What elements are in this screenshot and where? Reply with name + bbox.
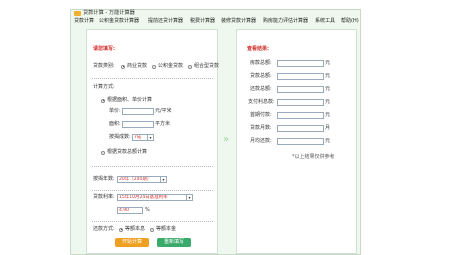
method-total-radio[interactable] bbox=[101, 150, 105, 155]
repay-equal-installment-radio[interactable] bbox=[119, 227, 123, 232]
window-title: 贷款计算 - 万能计算器 bbox=[83, 10, 135, 16]
chevron-down-icon: ▾ bbox=[147, 135, 153, 140]
method-total-label: 根据贷款总额计算 bbox=[107, 149, 148, 155]
area-label: 面积: bbox=[109, 121, 121, 127]
repay-equal-principal-label: 等额本金 bbox=[156, 226, 177, 232]
ratio-select[interactable]: 7成 ▾ bbox=[132, 134, 154, 141]
result-field-interest bbox=[277, 99, 324, 106]
divider bbox=[92, 78, 213, 79]
price-input[interactable] bbox=[122, 108, 154, 115]
menu-prepay[interactable]: 提前还贷计算器 bbox=[148, 18, 183, 25]
menu-tools[interactable]: 系统工具 bbox=[315, 18, 335, 25]
loan-type-combo-label: 组合型贷款 bbox=[194, 63, 220, 69]
result-label: 贷款总额: bbox=[250, 73, 272, 79]
method-area-radio[interactable] bbox=[101, 98, 105, 103]
area-input[interactable] bbox=[122, 121, 154, 128]
chevron-down-icon: ▾ bbox=[186, 195, 192, 200]
result-unit: 元 bbox=[325, 99, 331, 105]
method-area-label: 根据面积、单价计算 bbox=[107, 97, 153, 103]
rate-select[interactable]: 15年10月24日基准利率 ▾ bbox=[117, 194, 193, 201]
menu-decoration[interactable]: 装修贷款计算器 bbox=[221, 18, 256, 25]
result-unit: 元 bbox=[325, 73, 331, 79]
loan-type-fund-label: 公积金贷款 bbox=[158, 63, 184, 69]
loan-type-label: 贷款类别: bbox=[93, 63, 115, 69]
app-icon bbox=[74, 11, 81, 16]
menu-loan-calc[interactable]: 贷款计算 bbox=[74, 18, 94, 25]
result-panel: 查看结果: 房款总额: 元 贷款总额: 元 还款总额: 元 支付利息款: 元 首… bbox=[236, 29, 357, 254]
result-label: 还款总额: bbox=[250, 86, 272, 92]
result-field-repay-total bbox=[277, 86, 324, 93]
menu-fund-loan[interactable]: 公积金贷款计算器 bbox=[99, 18, 139, 25]
form-title: 请您填写: bbox=[93, 46, 115, 52]
reset-button[interactable]: 重新填写 bbox=[157, 238, 191, 247]
result-unit: 元 bbox=[325, 60, 331, 66]
rate-input[interactable]: 4.90 bbox=[117, 207, 143, 214]
result-unit: 元 bbox=[325, 138, 331, 144]
rate-label: 贷款利率: bbox=[93, 194, 115, 200]
years-label: 按揭年数: bbox=[93, 176, 115, 182]
ratio-label: 按揭成数: bbox=[109, 134, 131, 140]
menu-bar: 贷款计算 公积金贷款计算器 提前还贷计算器 税费计算器 装修贷款计算器 购房能力… bbox=[71, 18, 360, 25]
ratio-value: 7成 bbox=[134, 135, 142, 140]
price-unit: 元/平米 bbox=[155, 108, 172, 114]
years-value: 20年（240期） bbox=[119, 177, 152, 182]
menu-help[interactable]: 帮助(H) bbox=[341, 18, 359, 25]
input-panel: 请您填写: 贷款类别: 商业贷款 公积金贷款 组合型贷款 计算方式: 根据面积、… bbox=[86, 29, 220, 254]
result-field-down-payment bbox=[277, 112, 324, 119]
result-field-months bbox=[277, 125, 324, 132]
result-title: 查看结果: bbox=[247, 46, 269, 52]
result-note: *以上结果仅供参考 bbox=[292, 154, 335, 160]
loan-type-commercial-label: 商业贷款 bbox=[127, 63, 148, 69]
menu-tax[interactable]: 税费计算器 bbox=[190, 18, 215, 25]
chevron-down-icon: ▾ bbox=[160, 177, 166, 182]
result-label: 月均还款: bbox=[250, 138, 272, 144]
result-field-total-price bbox=[277, 60, 324, 67]
divider bbox=[92, 221, 213, 222]
result-unit: 月 bbox=[325, 125, 331, 131]
menu-afford[interactable]: 购房能力评估计算器 bbox=[263, 18, 308, 25]
method-label: 计算方式: bbox=[93, 84, 115, 90]
area-unit: 平方米 bbox=[155, 121, 171, 127]
loan-type-combo-radio[interactable] bbox=[188, 64, 192, 69]
arrow-right-icon: » bbox=[223, 134, 230, 145]
result-label: 支付利息款: bbox=[248, 99, 275, 105]
years-select[interactable]: 20年（240期） ▾ bbox=[117, 176, 167, 183]
result-label: 首期付款: bbox=[250, 112, 272, 118]
result-field-monthly bbox=[277, 138, 324, 145]
price-label: 单价: bbox=[109, 108, 121, 114]
rate-unit: % bbox=[145, 207, 150, 213]
title-bar: 贷款计算 - 万能计算器 bbox=[71, 10, 360, 17]
repay-label: 还款方式: bbox=[93, 226, 115, 232]
rate-select-value: 15年10月24日基准利率 bbox=[119, 195, 168, 200]
calculate-button[interactable]: 开始计算 bbox=[115, 238, 149, 247]
loan-type-commercial-radio[interactable] bbox=[121, 64, 125, 69]
divider bbox=[92, 166, 213, 167]
result-unit: 元 bbox=[325, 112, 331, 118]
repay-equal-installment-label: 等额本息 bbox=[125, 226, 146, 232]
repay-equal-principal-radio[interactable] bbox=[150, 227, 154, 232]
result-unit: 元 bbox=[325, 86, 331, 92]
result-field-loan-total bbox=[277, 73, 324, 80]
result-label: 房款总额: bbox=[250, 60, 272, 66]
loan-type-fund-radio[interactable] bbox=[152, 64, 156, 69]
result-label: 贷款月数: bbox=[250, 125, 272, 131]
divider bbox=[92, 190, 213, 191]
app-window: 贷款计算 - 万能计算器 贷款计算 公积金贷款计算器 提前还贷计算器 税费计算器… bbox=[70, 9, 361, 255]
